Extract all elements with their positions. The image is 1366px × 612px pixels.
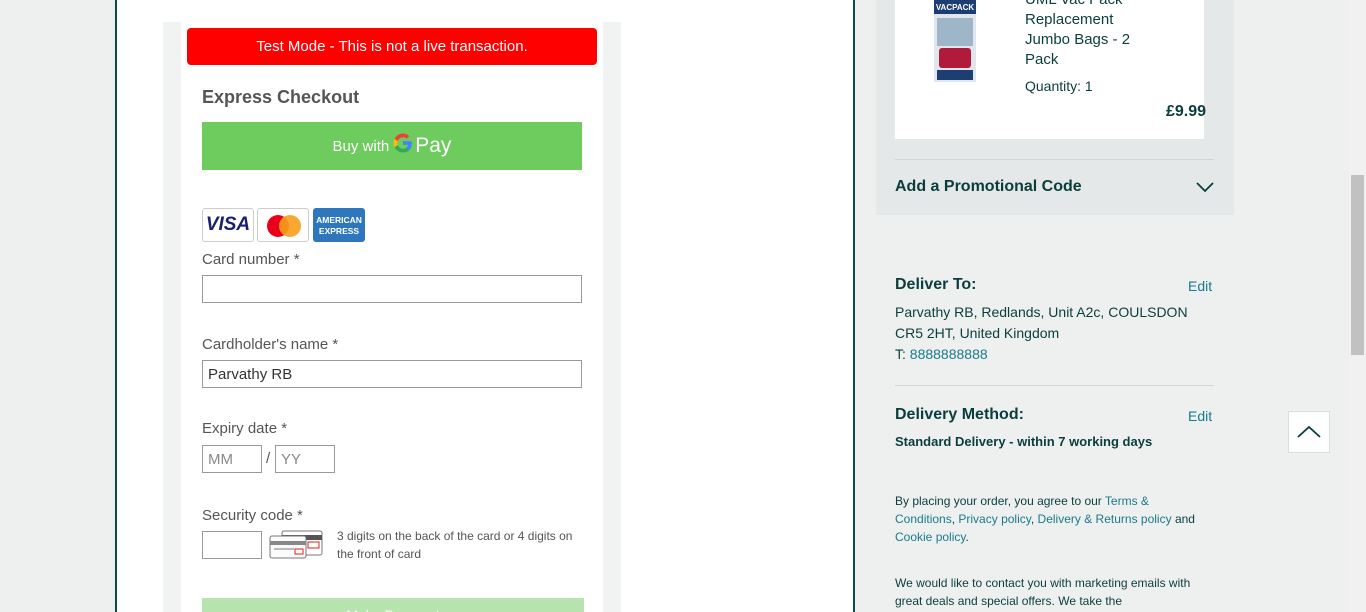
promo-divider xyxy=(895,159,1214,160)
phone-prefix: T: xyxy=(895,346,906,362)
promo-code-toggle[interactable]: Add a Promotional Code xyxy=(895,176,1215,198)
card-number-label: Card number * xyxy=(202,251,300,268)
cardholder-name-input[interactable] xyxy=(202,360,582,388)
terms-prefix: By placing your order, you agree to our xyxy=(895,494,1102,508)
test-mode-banner: Test Mode - This is not a live transacti… xyxy=(187,28,597,65)
make-payment-button[interactable]: Make Payment xyxy=(202,598,584,612)
deliver-to-title: Deliver To: xyxy=(895,276,977,293)
delivery-returns-link[interactable]: Delivery & Returns policy xyxy=(1038,512,1172,526)
cookie-policy-link[interactable]: Cookie policy xyxy=(895,530,965,544)
terms-and: and xyxy=(1174,512,1195,526)
product-quantity: Quantity: 1 xyxy=(1025,78,1093,94)
mastercard-yellow-circle xyxy=(279,215,301,237)
visa-logo: VISA xyxy=(202,208,254,242)
mastercard-logo xyxy=(257,208,309,242)
marketing-notice: We would like to contact you with market… xyxy=(895,576,1191,608)
delivery-method-value: Standard Delivery - within 7 working day… xyxy=(895,434,1153,449)
terms-notice: By placing your order, you agree to our … xyxy=(895,492,1205,546)
scroll-to-top-button[interactable] xyxy=(1288,411,1330,453)
visa-logo-text: VISA xyxy=(205,214,251,235)
terms-sep2: , xyxy=(1030,512,1035,526)
product-price: £9.99 xyxy=(1165,103,1206,120)
scrollbar-thumb[interactable] xyxy=(1351,175,1364,355)
security-code-input[interactable] xyxy=(202,531,262,559)
google-pay-button[interactable]: Buy with Pay xyxy=(202,122,582,170)
product-name[interactable]: UML Vac Pack Replacement Jumbo Bags - 2 … xyxy=(1025,0,1155,70)
gpay-buy-with-text: Buy with xyxy=(332,137,390,155)
google-g-icon xyxy=(393,133,413,159)
expiry-year-input[interactable] xyxy=(275,445,335,473)
security-code-help: 3 digits on the back of the card or 4 di… xyxy=(337,529,573,561)
delivery-method-title: Delivery Method: xyxy=(895,406,1024,423)
chevron-down-icon xyxy=(1196,182,1214,193)
security-code-label: Security code * xyxy=(202,507,303,524)
svg-text:EXPRESS: EXPRESS xyxy=(319,226,359,236)
card-cvv-icon xyxy=(269,530,323,559)
promo-code-label: Add a Promotional Code xyxy=(895,178,1082,195)
svg-text:VACPACK: VACPACK xyxy=(936,3,975,12)
gpay-pay-text: Pay xyxy=(415,134,452,157)
privacy-policy-link[interactable]: Privacy policy xyxy=(958,512,1030,526)
express-checkout-title: Express Checkout xyxy=(202,87,360,107)
product-image[interactable]: VACPACK xyxy=(934,0,976,82)
card-number-input[interactable] xyxy=(202,275,582,303)
deliver-to-edit-link[interactable]: Edit xyxy=(1188,278,1212,294)
expiry-month-input[interactable] xyxy=(202,445,262,473)
expiry-date-label: Expiry date * xyxy=(202,420,288,437)
delivery-address: Parvathy RB, Redlands, Unit A2c, COULSDO… xyxy=(895,302,1215,365)
phone-number-link[interactable]: 8888888888 xyxy=(910,346,988,362)
expiry-separator: / xyxy=(266,450,271,467)
terms-end: . xyxy=(965,530,969,544)
terms-sep1: , xyxy=(951,512,956,526)
chevron-up-icon xyxy=(1297,425,1321,438)
delivery-divider xyxy=(895,385,1214,386)
address-text: Parvathy RB, Redlands, Unit A2c, COULSDO… xyxy=(895,304,1188,341)
svg-text:AMERICAN: AMERICAN xyxy=(316,215,362,225)
amex-logo-icon: AMERICAN EXPRESS xyxy=(316,215,362,236)
amex-logo: AMERICAN EXPRESS xyxy=(313,208,365,242)
cardholder-name-label: Cardholder's name * xyxy=(202,336,339,353)
delivery-method-edit-link[interactable]: Edit xyxy=(1188,408,1212,424)
